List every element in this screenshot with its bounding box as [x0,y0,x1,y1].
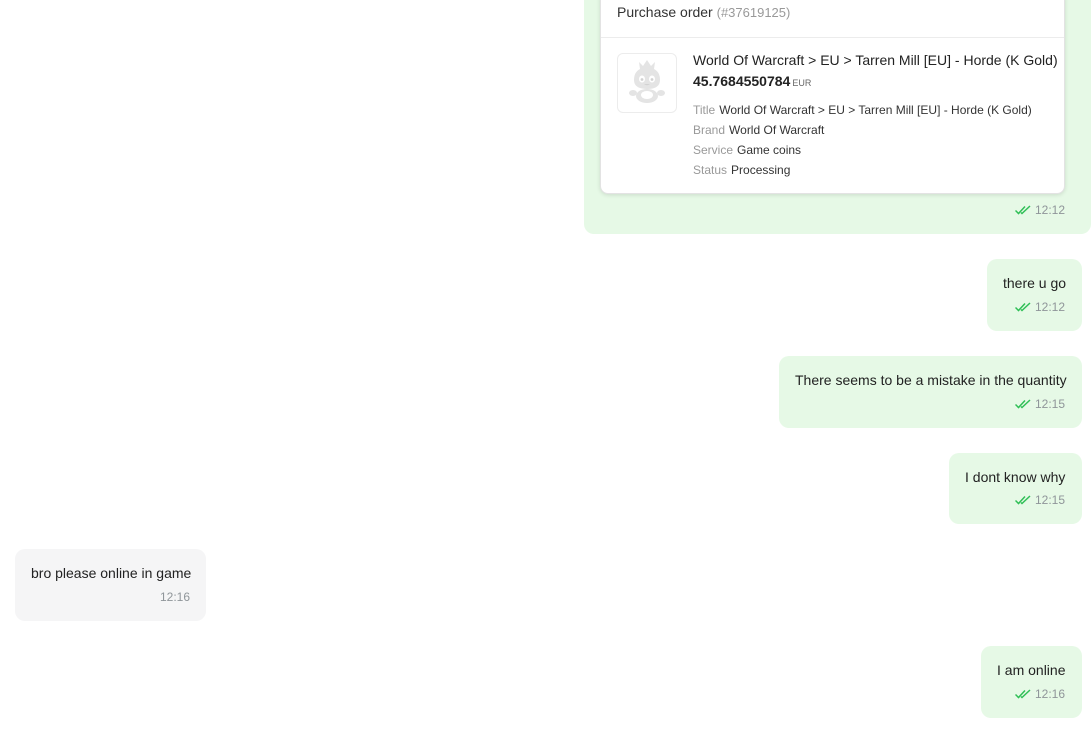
message-text: There seems to be a mistake in the quant… [795,372,1067,388]
detail-value: World Of Warcraft > EU > Tarren Mill [EU… [719,103,1032,117]
detail-value: World Of Warcraft [729,123,825,137]
detail-value: Game coins [737,143,802,157]
product-title[interactable]: World Of Warcraft > EU > Tarren Mill [EU… [693,52,1058,68]
order-header-label: Purchase order [617,4,713,20]
product-price: 45.7684550784 EUR [693,73,811,89]
detail-label: Status [693,163,728,177]
double-check-icon [1015,495,1031,505]
message-time: 12:16 [1035,687,1066,701]
outgoing-message-bubble [987,259,1082,331]
double-check-icon [1015,689,1031,699]
message-meta: 12:12 [1015,300,1065,314]
message-meta: 12:15 [1015,397,1065,411]
detail-brand-row: Brand World Of Warcraft [693,123,824,137]
message-meta: 12:15 [1015,493,1065,507]
message-text: I dont know why [965,469,1066,485]
detail-title-row: Title World Of Warcraft > EU > Tarren Mil… [693,103,1032,117]
mascot-placeholder-icon [627,58,667,109]
price-currency: EUR [792,78,812,88]
detail-label: Title [693,103,716,117]
order-header: Purchase order (#37619125) [617,4,790,20]
outgoing-message-bubble [779,356,1082,428]
double-check-icon [1015,205,1031,215]
incoming-message-bubble [15,549,206,621]
price-value: 45.7684550784 [693,73,791,89]
chat-thread: Purchase order (#37619125) World Of Warc… [0,0,1091,740]
message-text: bro please online in game [31,565,192,581]
product-thumbnail [617,53,677,113]
message-time: 12:12 [1035,300,1066,314]
message-time: 12:15 [1035,397,1066,411]
detail-label: Service [693,143,734,157]
detail-status-row: Status Processing [693,163,790,177]
message-text: I am online [997,662,1066,678]
outgoing-message-bubble [949,453,1082,524]
detail-label: Brand [693,123,726,137]
outgoing-message-bubble [981,646,1082,718]
double-check-icon [1015,399,1031,409]
message-meta: 12:16 [1015,687,1065,701]
message-meta: 12:12 [1015,203,1065,217]
message-time: 12:16 [160,590,191,604]
purchase-order-card[interactable]: Purchase order (#37619125) World Of Warc… [600,0,1065,194]
message-time: 12:12 [1035,203,1066,217]
order-id: (#37619125) [716,5,791,20]
order-divider [601,37,1064,38]
message-meta: 12:16 [160,590,190,604]
double-check-icon [1015,302,1031,312]
message-text: there u go [1003,275,1067,291]
message-time: 12:15 [1035,493,1066,507]
detail-value: Processing [731,163,791,177]
detail-service-row: Service Game coins [693,143,801,157]
